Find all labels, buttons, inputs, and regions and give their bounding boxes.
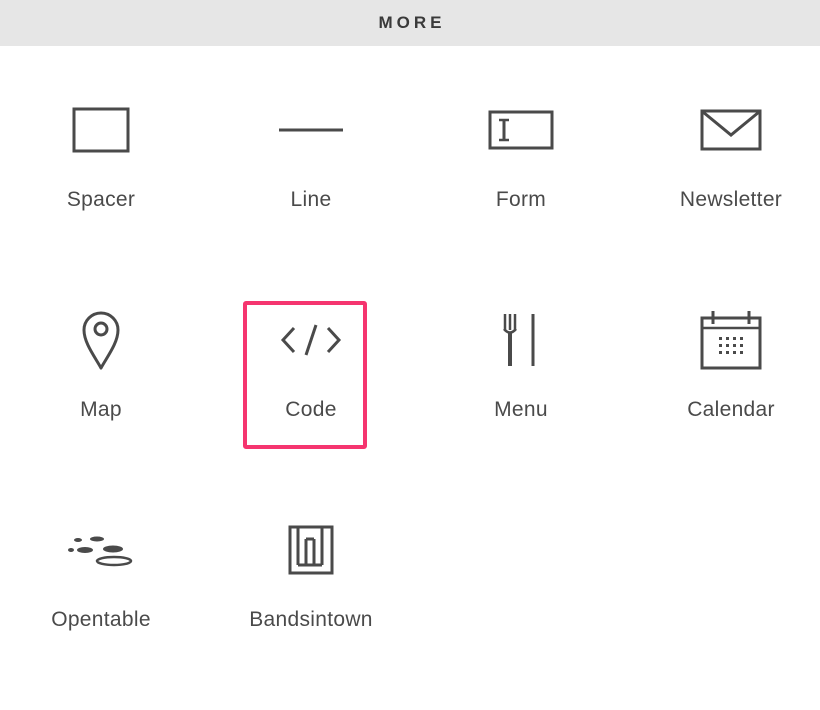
envelope-icon <box>626 90 820 170</box>
block-label: Spacer <box>66 188 136 211</box>
form-icon <box>416 90 626 170</box>
calendar-icon <box>626 300 820 380</box>
spacer-icon <box>0 90 206 170</box>
block-label: Code <box>285 398 337 421</box>
block-line[interactable]: Line <box>206 90 416 290</box>
block-label: Line <box>290 188 332 211</box>
block-spacer[interactable]: Spacer <box>0 90 206 290</box>
block-label: Opentable <box>51 608 151 631</box>
block-calendar[interactable]: Calendar <box>626 300 820 500</box>
opentable-icon <box>0 510 206 590</box>
block-code[interactable]: Code <box>206 300 416 500</box>
section-header: MORE <box>0 0 820 46</box>
block-label: Calendar <box>687 398 775 421</box>
block-label: Form <box>495 188 547 211</box>
block-menu[interactable]: Menu <box>416 300 626 500</box>
line-icon <box>206 90 416 170</box>
block-label: Menu <box>494 398 548 421</box>
block-label: Bandsintown <box>249 608 373 631</box>
bandsintown-icon <box>206 510 416 590</box>
block-newsletter[interactable]: Newsletter <box>626 90 820 290</box>
section-title: MORE <box>378 13 446 32</box>
block-map[interactable]: Map <box>0 300 206 500</box>
block-label: Newsletter <box>679 188 783 211</box>
block-form[interactable]: Form <box>416 90 626 290</box>
code-icon <box>206 300 416 380</box>
block-opentable[interactable]: Opentable <box>0 510 206 710</box>
block-bandsintown[interactable]: Bandsintown <box>206 510 416 710</box>
block-label: Map <box>80 398 122 421</box>
map-pin-icon <box>0 300 206 380</box>
fork-knife-icon <box>416 300 626 380</box>
